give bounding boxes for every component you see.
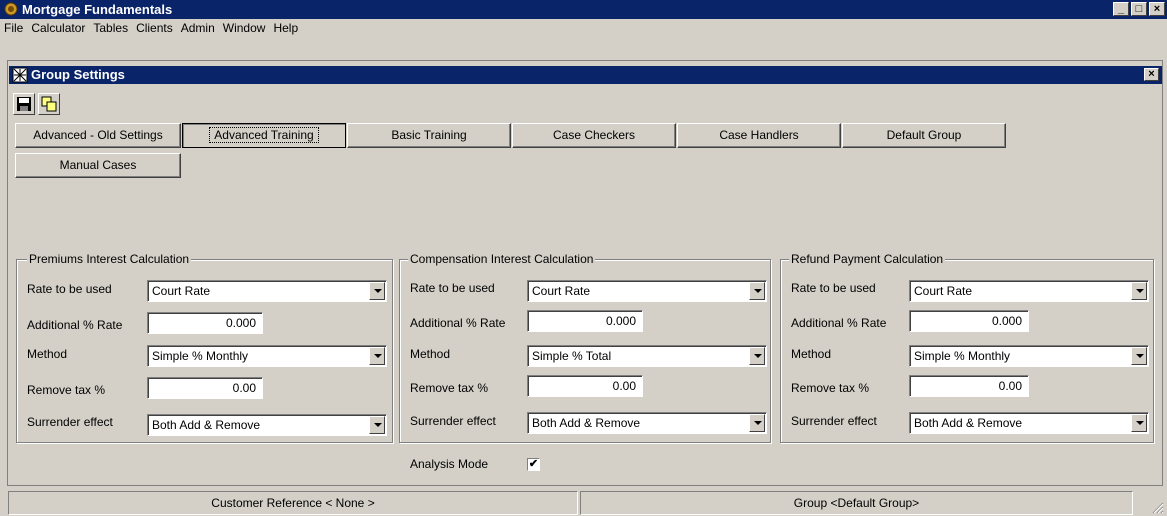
refund-surrender-select[interactable]: Both Add & Remove [909, 412, 1149, 434]
group-label: Default Group [886, 128, 962, 142]
surrender-effect-label: Surrender effect [27, 415, 113, 429]
method-label: Method [410, 347, 451, 361]
refund-rate-value: Court Rate [914, 284, 973, 298]
remove-tax-label: Remove tax % [410, 381, 489, 395]
group-advanced-old-settings[interactable]: Advanced - Old Settings [15, 123, 181, 148]
method-label: Method [791, 347, 832, 361]
maximize-button[interactable]: □ [1131, 2, 1147, 16]
rate-label: Rate to be used [410, 281, 495, 295]
group-case-handlers[interactable]: Case Handlers [677, 123, 841, 148]
child-close-button[interactable]: × [1144, 68, 1159, 81]
premiums-panel-title: Premiums Interest Calculation [27, 252, 192, 266]
menu-calculator[interactable]: Calculator [27, 19, 89, 35]
copy-icon [41, 96, 57, 112]
minimize-button[interactable]: _ [1113, 2, 1129, 16]
copy-button[interactable] [38, 93, 60, 115]
additional-rate-label: Additional % Rate [27, 318, 123, 332]
compensation-method-select[interactable]: Simple % Total [527, 345, 767, 367]
refund-rate-select[interactable]: Court Rate [909, 280, 1149, 302]
menu-help[interactable]: Help [269, 19, 302, 35]
group-default-group[interactable]: Default Group [842, 123, 1006, 148]
additional-rate-label: Additional % Rate [410, 316, 506, 330]
save-icon [17, 97, 31, 111]
group-case-checkers[interactable]: Case Checkers [512, 123, 676, 148]
premiums-method-select[interactable]: Simple % Monthly [147, 345, 387, 367]
compensation-method-value: Simple % Total [532, 349, 612, 363]
menu-bar: File Calculator Tables Clients Admin Window He… [0, 19, 1167, 38]
group-basic-training[interactable]: Basic Training [347, 123, 511, 148]
child-title: Group Settings [31, 67, 125, 82]
refund-remove-tax-input[interactable]: 0.00 [909, 375, 1029, 397]
compensation-rate-value: Court Rate [532, 284, 591, 298]
compensation-surrender-value: Both Add & Remove [532, 416, 641, 430]
compensation-panel-title: Compensation Interest Calculation [408, 252, 596, 266]
refund-surrender-value: Both Add & Remove [914, 416, 1023, 430]
rate-label: Rate to be used [27, 282, 112, 296]
group-label: Advanced Training [209, 127, 319, 143]
premiums-rate-select[interactable]: Court Rate [147, 280, 387, 302]
chevron-down-icon[interactable] [749, 347, 765, 365]
status-group: Group <Default Group> [580, 491, 1133, 515]
chevron-down-icon[interactable] [1131, 347, 1147, 365]
premiums-rate-value: Court Rate [152, 284, 211, 298]
chevron-down-icon[interactable] [1131, 414, 1147, 432]
compensation-surrender-select[interactable]: Both Add & Remove [527, 412, 767, 434]
chevron-down-icon[interactable] [369, 347, 385, 365]
chevron-down-icon[interactable] [369, 416, 385, 434]
group-label: Advanced - Old Settings [33, 128, 163, 142]
surrender-effect-label: Surrender effect [410, 414, 496, 428]
group-label: Case Checkers [552, 128, 636, 142]
status-customer-reference: Customer Reference < None > [8, 491, 578, 515]
menu-clients[interactable]: Clients [132, 19, 177, 35]
refund-method-select[interactable]: Simple % Monthly [909, 345, 1149, 367]
surrender-effect-label: Surrender effect [791, 414, 877, 428]
premiums-surrender-value: Both Add & Remove [152, 418, 261, 432]
app-icon [4, 2, 18, 16]
menu-window[interactable]: Window [219, 19, 270, 35]
refund-additional-rate-input[interactable]: 0.000 [909, 310, 1029, 332]
group-advanced-training[interactable]: Advanced Training [182, 123, 346, 148]
chevron-down-icon[interactable] [749, 282, 765, 300]
premiums-additional-rate-input[interactable]: 0.000 [147, 312, 263, 334]
chevron-down-icon[interactable] [1131, 282, 1147, 300]
premiums-surrender-select[interactable]: Both Add & Remove [147, 414, 387, 436]
chevron-down-icon[interactable] [749, 414, 765, 432]
premiums-method-value: Simple % Monthly [152, 349, 249, 363]
menu-file[interactable]: File [0, 19, 27, 35]
refund-method-value: Simple % Monthly [914, 349, 1011, 363]
premiums-remove-tax-input[interactable]: 0.00 [147, 377, 263, 399]
additional-rate-label: Additional % Rate [791, 316, 887, 330]
resize-grip-icon[interactable] [1150, 500, 1164, 514]
compensation-remove-tax-input[interactable]: 0.00 [527, 375, 643, 397]
group-manual-cases[interactable]: Manual Cases [15, 153, 181, 178]
refund-panel-title: Refund Payment Calculation [789, 252, 946, 266]
close-button[interactable]: × [1149, 2, 1165, 16]
menu-tables[interactable]: Tables [89, 19, 132, 35]
chevron-down-icon[interactable] [369, 282, 385, 300]
remove-tax-label: Remove tax % [791, 381, 870, 395]
analysis-mode-label: Analysis Mode [410, 457, 489, 471]
app-title: Mortgage Fundamentals [22, 2, 173, 17]
remove-tax-label: Remove tax % [27, 383, 106, 397]
compensation-rate-select[interactable]: Court Rate [527, 280, 767, 302]
child-title-bar: Group Settings × [9, 66, 1162, 84]
group-label: Case Handlers [719, 128, 799, 142]
method-label: Method [27, 347, 68, 361]
save-button[interactable] [13, 93, 35, 115]
group-label: Manual Cases [59, 158, 137, 172]
app-title-bar: Mortgage Fundamentals _ □ × [0, 0, 1167, 19]
group-label: Basic Training [391, 128, 467, 142]
analysis-mode-checkbox[interactable]: ✔ [527, 458, 540, 471]
rate-label: Rate to be used [791, 281, 876, 295]
compensation-additional-rate-input[interactable]: 0.000 [527, 310, 643, 332]
menu-admin[interactable]: Admin [177, 19, 219, 35]
group-settings-icon [12, 67, 28, 83]
